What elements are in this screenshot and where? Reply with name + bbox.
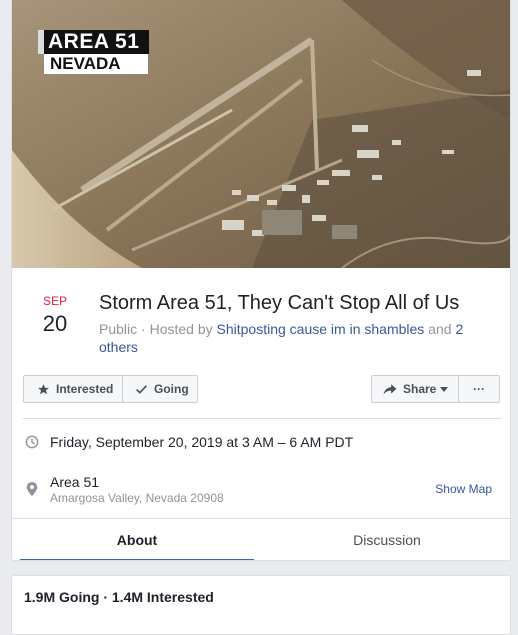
and-text: and bbox=[424, 321, 456, 337]
share-button[interactable]: Share bbox=[371, 375, 459, 403]
stats-card: 1.9M Going · 1.4M Interested bbox=[11, 575, 511, 635]
host-link[interactable]: Shitposting cause im in shambles bbox=[217, 321, 425, 337]
map-pin-icon bbox=[26, 482, 40, 496]
event-privacy: Public bbox=[99, 321, 138, 337]
cover-photo[interactable]: AREA 51 NEVADA bbox=[12, 0, 510, 268]
check-icon bbox=[134, 382, 148, 396]
event-month: SEP bbox=[42, 294, 67, 308]
more-options-button[interactable]: ··· bbox=[458, 375, 500, 403]
going-label: Going bbox=[154, 382, 189, 396]
attendance-summary[interactable]: 1.9M Going · 1.4M Interested bbox=[24, 589, 214, 605]
tab-discussion[interactable]: Discussion bbox=[270, 519, 504, 560]
chevron-down-icon bbox=[440, 386, 449, 392]
interested-label: Interested bbox=[56, 382, 114, 396]
badge-line-1: AREA 51 bbox=[38, 30, 150, 54]
star-icon bbox=[36, 382, 50, 396]
event-date-block: SEP 20 bbox=[34, 294, 76, 338]
section-divider bbox=[23, 418, 501, 419]
tab-about[interactable]: About bbox=[20, 519, 254, 560]
share-arrow-icon bbox=[383, 382, 397, 396]
hosted-prefix: · Hosted by bbox=[137, 321, 217, 337]
clock-icon bbox=[25, 435, 39, 449]
going-button[interactable]: Going bbox=[122, 375, 198, 403]
event-tabs: About Discussion bbox=[12, 518, 510, 560]
area51-badge: AREA 51 NEVADA bbox=[38, 30, 150, 74]
event-title: Storm Area 51, They Can't Stop All of Us bbox=[99, 292, 460, 314]
more-dots-icon: ··· bbox=[473, 382, 485, 396]
event-host-line: Public · Hosted by Shitposting cause im … bbox=[99, 320, 499, 356]
event-card: AREA 51 NEVADA SEP 20 Storm Area 51, The… bbox=[11, 0, 511, 561]
share-label: Share bbox=[403, 382, 437, 396]
event-day: 20 bbox=[42, 311, 68, 336]
event-datetime[interactable]: Friday, September 20, 2019 at 3 AM – 6 A… bbox=[50, 434, 353, 450]
location-name[interactable]: Area 51 bbox=[50, 474, 99, 490]
interested-button[interactable]: Interested bbox=[23, 375, 123, 403]
badge-line-2: NEVADA bbox=[44, 54, 148, 74]
show-map-link[interactable]: Show Map bbox=[435, 482, 492, 496]
location-address: Amargosa Valley, Nevada 20908 bbox=[50, 491, 224, 505]
